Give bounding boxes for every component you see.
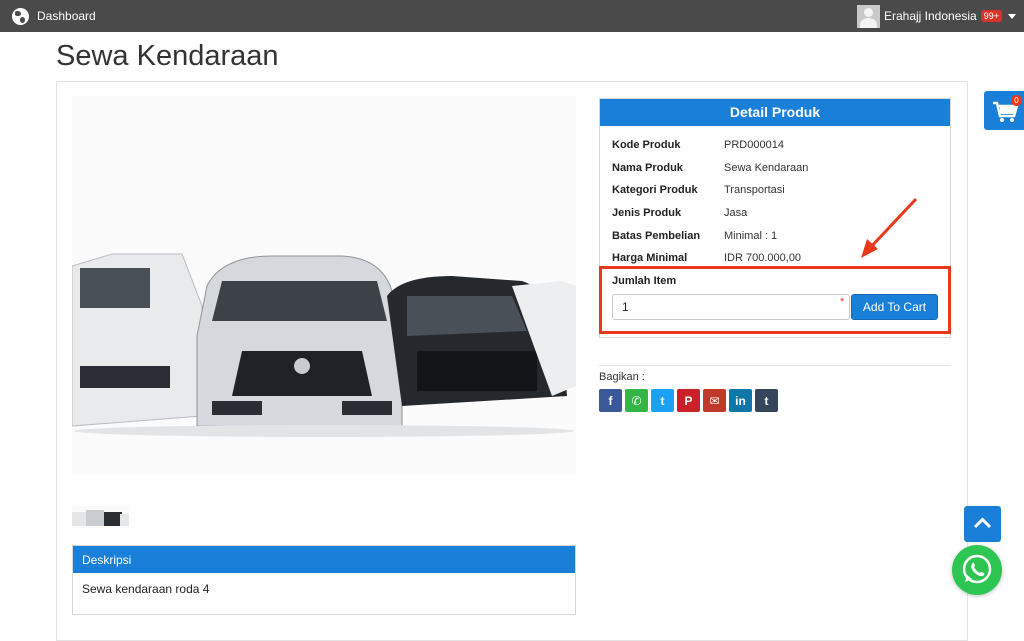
detail-value: Minimal : 1 [724, 229, 778, 242]
detail-value: IDR 700.000,00 [724, 252, 802, 265]
share-email-button[interactable]: ✉ [703, 389, 726, 412]
user-name: Erahajj Indonesia [883, 9, 977, 23]
dashboard-label: Dashboard [37, 9, 96, 23]
detail-value: Transportasi [724, 184, 785, 197]
share-buttons: f ✆ t P ✉ in t [599, 389, 778, 412]
product-image[interactable] [72, 96, 576, 474]
globe-icon [12, 7, 29, 25]
cart-count-badge: 0 [1011, 95, 1022, 106]
detail-label: Jenis Produk [612, 207, 682, 220]
share-label: Bagikan : [599, 371, 645, 383]
chevron-up-icon [973, 517, 992, 529]
share-whatsapp-button[interactable]: ✆ [625, 389, 648, 412]
detail-label: Batas Pembelian [612, 229, 701, 242]
detail-label: Kode Produk [612, 139, 681, 152]
annotation-highlight-box [599, 266, 951, 334]
detail-row: Kode Produk PRD000014 [612, 134, 938, 157]
annotation-arrow-icon [861, 197, 918, 258]
description-panel: Deskripsi Sewa kendaraan roda 4 [72, 545, 576, 615]
product-thumbnail[interactable] [72, 506, 129, 528]
detail-label: Harga Minimal [612, 252, 688, 265]
facebook-icon: f [608, 393, 613, 408]
whatsapp-chat-button[interactable] [952, 545, 1002, 595]
notification-badge: 99+ [980, 10, 1002, 22]
detail-label: Kategori Produk [612, 184, 698, 197]
top-navbar: Dashboard Erahajj Indonesia 99+ [0, 0, 1024, 32]
description-text: Sewa kendaraan roda 4 [82, 582, 210, 596]
dashboard-link[interactable]: Dashboard [12, 6, 96, 26]
whatsapp-icon [962, 554, 992, 584]
chevron-down-icon [1008, 13, 1016, 19]
detail-header: Detail Produk [600, 99, 950, 126]
email-icon: ✉ [709, 393, 720, 408]
twitter-icon: t [660, 393, 665, 408]
tumblr-icon: t [764, 393, 769, 408]
linkedin-icon: in [735, 393, 746, 408]
share-twitter-button[interactable]: t [651, 389, 674, 412]
cars-photo [72, 96, 576, 474]
divider [599, 365, 951, 366]
whatsapp-icon: ✆ [631, 393, 642, 408]
detail-value: Sewa Kendaraan [724, 161, 809, 174]
share-linkedin-button[interactable]: in [729, 389, 752, 412]
avatar [856, 4, 880, 28]
detail-value: PRD000014 [724, 139, 784, 152]
detail-row: Nama Produk Sewa Kendaraan [612, 157, 938, 180]
user-menu[interactable]: Erahajj Indonesia 99+ [856, 4, 1016, 28]
detail-label: Nama Produk [612, 161, 683, 174]
thumbnail-photo [72, 506, 129, 528]
share-facebook-button[interactable]: f [599, 389, 622, 412]
pinterest-icon: P [684, 393, 693, 408]
share-tumblr-button[interactable]: t [755, 389, 778, 412]
detail-value: Jasa [724, 207, 748, 220]
description-header: Deskripsi [73, 546, 575, 573]
share-pinterest-button[interactable]: P [677, 389, 700, 412]
scroll-to-top-button[interactable] [964, 506, 1001, 542]
page-title: Sewa Kendaraan [56, 40, 279, 72]
